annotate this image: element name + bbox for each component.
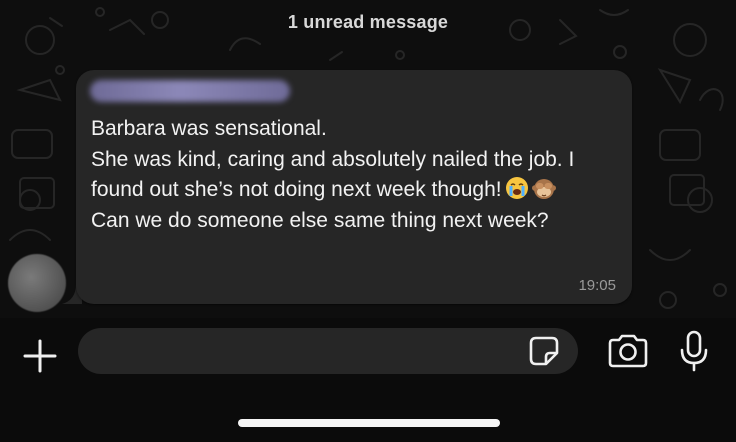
unread-banner: 1 unread message: [287, 12, 449, 32]
sender-name[interactable]: [90, 80, 290, 102]
composer-bar: [0, 318, 736, 442]
microphone-button[interactable]: [676, 330, 712, 372]
microphone-icon: [680, 330, 708, 372]
message-input[interactable]: [78, 328, 578, 374]
see-no-evil-monkey-icon: [531, 179, 556, 199]
attach-button[interactable]: [20, 336, 60, 376]
message-line: Can we do someone else same thing next w…: [91, 208, 549, 232]
sticker-icon: [529, 336, 559, 366]
loudly-crying-face-icon: [505, 177, 528, 199]
home-indicator[interactable]: [238, 419, 500, 427]
message-line: Barbara was sensational.: [91, 117, 327, 140]
chat-area: 1 unread message Barbara was sensational…: [0, 0, 736, 318]
message-text: Barbara was sensational. She was kind, c…: [91, 114, 619, 236]
message-timestamp: 19:05: [578, 277, 616, 294]
sticker-button[interactable]: [526, 333, 562, 369]
message-bubble[interactable]: Barbara was sensational. She was kind, c…: [76, 70, 632, 304]
sender-avatar[interactable]: [8, 254, 66, 312]
camera-icon: [608, 334, 648, 368]
plus-icon: [23, 339, 57, 373]
camera-button[interactable]: [604, 332, 652, 370]
